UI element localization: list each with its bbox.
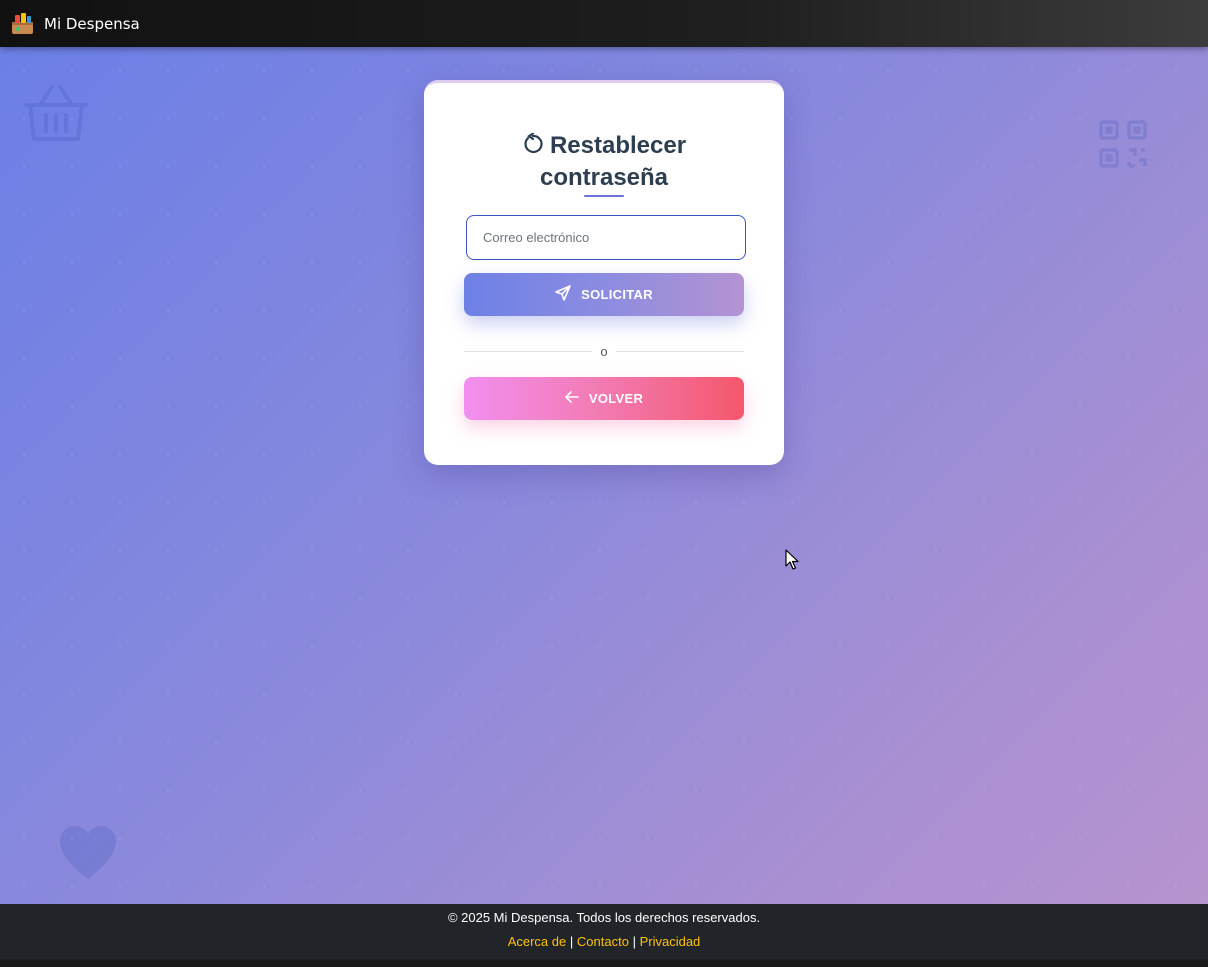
page-title: Restablecer contraseña <box>424 131 784 193</box>
or-divider: o <box>464 343 745 359</box>
reset-password-card: Restablecer contraseña SOLICITAR o VOLVE… <box>424 80 784 465</box>
taskbar <box>0 959 1208 967</box>
footer-copyright: © 2025 Mi Despensa. Todos los derechos r… <box>447 910 761 925</box>
brand-name: Mi Despensa <box>44 14 140 33</box>
arrow-left-icon <box>565 391 579 406</box>
back-button-label: VOLVER <box>588 391 644 406</box>
title-line-1: Restablecer <box>549 132 687 159</box>
heart-icon <box>58 825 118 885</box>
footer-separator: | <box>632 934 636 949</box>
send-icon <box>555 285 571 304</box>
footer-link-contact[interactable]: Contacto <box>577 934 629 949</box>
navbar: Mi Despensa <box>0 0 1208 47</box>
back-button[interactable]: VOLVER <box>464 377 744 420</box>
divider-line <box>464 350 593 352</box>
title-underline <box>584 195 624 197</box>
footer: © 2025 Mi Despensa. Todos los derechos r… <box>0 904 1208 959</box>
email-field[interactable] <box>466 215 746 260</box>
refresh-icon <box>522 132 544 163</box>
request-button-label: SOLICITAR <box>581 287 653 302</box>
qr-code-icon <box>1098 119 1148 173</box>
title-line-2: contraseña <box>539 164 669 191</box>
footer-link-about[interactable]: Acerca de <box>508 934 567 949</box>
pantry-logo-icon <box>10 11 35 36</box>
footer-links: Acerca de | Contacto | Privacidad <box>0 934 1208 949</box>
basket-icon <box>24 83 88 149</box>
divider-line <box>615 350 745 352</box>
mouse-cursor-icon <box>785 549 799 575</box>
footer-link-privacy[interactable]: Privacidad <box>640 934 701 949</box>
brand[interactable]: Mi Despensa <box>10 11 140 36</box>
request-button[interactable]: SOLICITAR <box>464 273 744 316</box>
footer-separator: | <box>569 934 574 949</box>
divider-label: o <box>600 343 608 359</box>
